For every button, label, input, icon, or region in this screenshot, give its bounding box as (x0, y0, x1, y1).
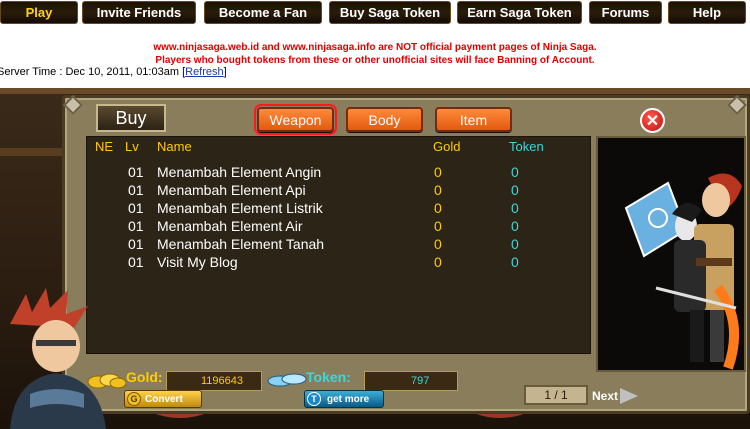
item-name: Menambah Element Tanah (157, 236, 325, 252)
list-item[interactable]: 01 Menambah Element Api 0 0 (87, 182, 592, 200)
item-gold-price: 0 (434, 254, 442, 270)
nav-help[interactable]: Help (668, 1, 746, 24)
item-level: 01 (128, 200, 144, 216)
list-item[interactable]: 01 Visit My Blog 0 0 (87, 254, 592, 272)
page-indicator: 1 / 1 (524, 385, 588, 405)
item-name: Menambah Element Angin (157, 164, 322, 180)
token-t-icon: T (307, 392, 321, 406)
item-gold-price: 0 (434, 236, 442, 252)
item-level: 01 (128, 236, 144, 252)
ninja-character-illustration (624, 173, 742, 370)
nav-play[interactable]: Play (0, 1, 78, 24)
item-name: Menambah Element Air (157, 218, 303, 234)
column-token: Token (509, 139, 544, 154)
item-token-price: 0 (511, 182, 519, 198)
token-value: 797 (411, 375, 430, 387)
item-token-price: 0 (511, 164, 519, 180)
payment-warning: www.ninjasaga.web.id and www.ninjasaga.i… (0, 41, 750, 67)
item-token-price: 0 (511, 218, 519, 234)
get-more-label: get more (327, 393, 370, 405)
tab-weapon[interactable]: Weapon (254, 104, 337, 135)
item-token-price: 0 (511, 200, 519, 216)
payment-warning-line1: www.ninjasaga.web.id and www.ninjasaga.i… (153, 42, 597, 53)
server-time: Server Time : Dec 10, 2011, 01:03am [Ref… (0, 66, 227, 78)
wall-beam (0, 148, 62, 156)
token-label: Token: (306, 369, 351, 385)
next-label: Next (592, 389, 619, 403)
nav-forums[interactable]: Forums (589, 1, 662, 24)
item-level: 01 (128, 218, 144, 234)
gold-coin-icon: G (127, 392, 141, 406)
token-icon (266, 371, 308, 389)
character-preview (596, 136, 746, 372)
column-lv: Lv (125, 139, 139, 154)
item-level: 01 (128, 164, 144, 180)
item-name: Visit My Blog (157, 254, 238, 270)
server-time-text: Server Time : Dec 10, 2011, 01:03am (0, 66, 183, 78)
close-icon: ✕ (645, 112, 660, 130)
list-item[interactable]: 01 Menambah Element Tanah 0 0 (87, 236, 592, 254)
convert-label: Convert (145, 393, 183, 405)
top-nav: Play Invite Friends Become a Fan Buy Sag… (0, 0, 750, 26)
list-item[interactable]: 01 Menambah Element Angin 0 0 (87, 164, 592, 182)
item-gold-price: 0 (434, 200, 442, 216)
gold-value: 1196643 (201, 375, 244, 387)
convert-button[interactable]: G Convert (124, 390, 202, 408)
shop-title: Buy (96, 104, 166, 132)
ceiling-beam (0, 88, 750, 94)
column-name: Name (157, 139, 192, 154)
item-token-price: 0 (511, 236, 519, 252)
item-name: Menambah Element Api (157, 182, 306, 198)
coins-icon (86, 370, 127, 390)
item-level: 01 (128, 254, 144, 270)
arrow-right-icon (620, 388, 639, 404)
list-item[interactable]: 01 Menambah Element Listrik 0 0 (87, 200, 592, 218)
list-item[interactable]: 01 Menambah Element Air 0 0 (87, 218, 592, 236)
column-ne: NE (95, 139, 114, 154)
nav-buy-saga-token[interactable]: Buy Saga Token (329, 1, 451, 24)
refresh-link[interactable]: Refresh (185, 66, 224, 78)
nav-become-a-fan[interactable]: Become a Fan (204, 1, 322, 24)
item-list: NE Lv Name Gold Token 01 Menambah Elemen… (86, 136, 591, 354)
item-token-price: 0 (511, 254, 519, 270)
player-character-illustration (10, 288, 106, 429)
column-gold: Gold (433, 139, 461, 154)
next-page-button[interactable]: Next (592, 387, 639, 405)
tab-item[interactable]: Item (435, 107, 512, 132)
token-display: 797 (364, 371, 458, 391)
gold-display: 1196643 (166, 371, 262, 391)
game-area: Buy Weapon Body Item ✕ NE Lv Name Gold T… (0, 88, 750, 429)
nav-invite-friends[interactable]: Invite Friends (82, 1, 196, 24)
nav-earn-saga-token[interactable]: Earn Saga Token (457, 1, 582, 24)
item-gold-price: 0 (434, 182, 442, 198)
gold-label: Gold: (126, 369, 163, 385)
item-level: 01 (128, 182, 144, 198)
close-button[interactable]: ✕ (640, 108, 665, 133)
tab-body[interactable]: Body (346, 107, 423, 132)
item-gold-price: 0 (434, 164, 442, 180)
get-more-tokens-button[interactable]: T get more (304, 390, 384, 408)
item-name: Menambah Element Listrik (157, 200, 323, 216)
item-gold-price: 0 (434, 218, 442, 234)
